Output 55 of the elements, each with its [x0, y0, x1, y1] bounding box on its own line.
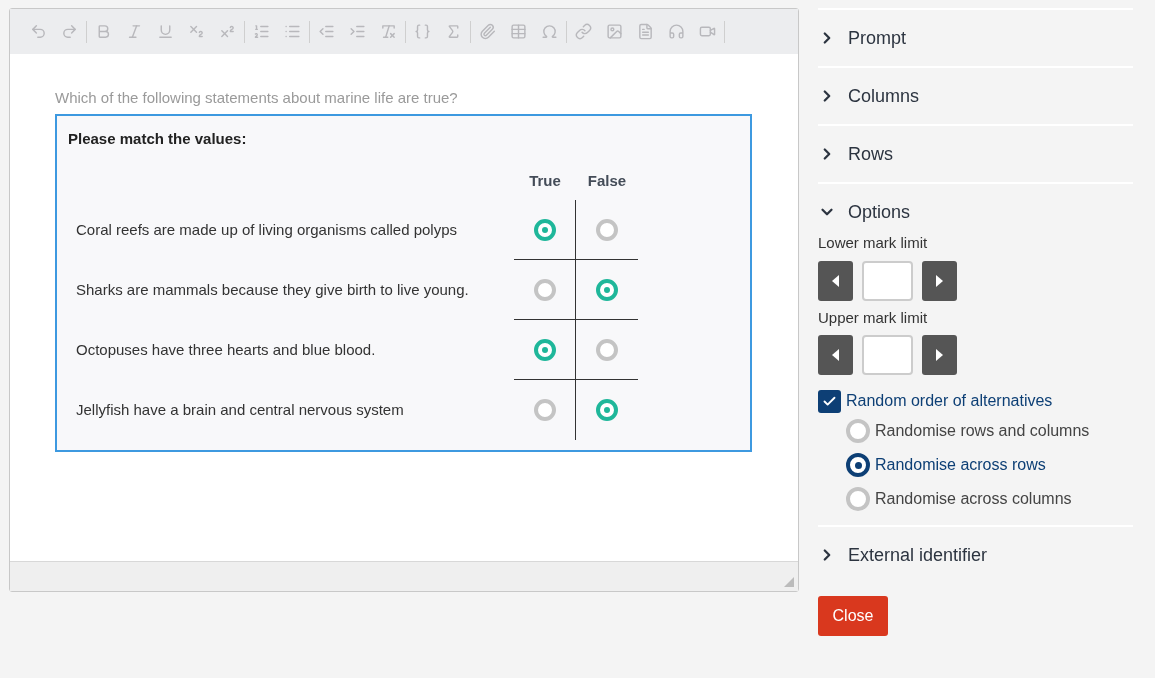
- resize-grip-icon[interactable]: [784, 577, 794, 587]
- omega-icon[interactable]: [541, 23, 558, 40]
- subscript-icon[interactable]: [188, 23, 205, 40]
- row-label: Sharks are mammals because they give birth to live young.: [75, 279, 470, 300]
- braces-icon[interactable]: [414, 23, 431, 40]
- checkbox-label: Random order of alternatives: [846, 391, 1053, 411]
- clear-format-icon[interactable]: [380, 23, 397, 40]
- selected-radio[interactable]: [596, 278, 618, 301]
- outdent-icon[interactable]: [318, 23, 335, 40]
- column-header: True: [528, 171, 562, 191]
- close-button[interactable]: Close: [818, 596, 888, 636]
- question-prompt: Which of the following statements about marine life are true?: [55, 88, 459, 108]
- numbered-list-icon[interactable]: [253, 23, 270, 40]
- table-icon[interactable]: [510, 23, 527, 40]
- column-header: False: [586, 171, 628, 191]
- section-header[interactable]: Columns: [818, 68, 1133, 124]
- headphones-icon[interactable]: [668, 23, 685, 40]
- indent-icon[interactable]: [349, 23, 366, 40]
- right-triangle-icon: [936, 349, 943, 361]
- number-field[interactable]: [862, 260, 913, 301]
- row-label: Jellyfish have a brain and central nervous system: [75, 399, 405, 420]
- right-triangle-icon: [936, 274, 943, 287]
- section-header[interactable]: External identifier: [818, 527, 1133, 583]
- bullet-list-icon[interactable]: [284, 23, 301, 40]
- left-triangle-icon: [832, 274, 839, 287]
- selected-radio[interactable]: [533, 218, 556, 241]
- checkbox[interactable]: [818, 389, 841, 413]
- row-label: Coral reefs are made up of living organisms called polyps: [75, 219, 459, 240]
- left-triangle-icon: [832, 349, 839, 361]
- radio[interactable]: [846, 453, 870, 477]
- selected-radio[interactable]: [596, 399, 618, 421]
- section-header[interactable]: Rows: [818, 126, 1133, 182]
- italic-icon[interactable]: [126, 23, 143, 40]
- selected-radio[interactable]: [533, 338, 556, 361]
- paperclip-icon[interactable]: [479, 23, 496, 40]
- underline-icon[interactable]: [157, 23, 174, 40]
- increment-button[interactable]: [922, 260, 957, 301]
- radio-label: Randomise across columns: [875, 489, 1072, 509]
- section-header[interactable]: Prompt: [818, 10, 1133, 66]
- number-field[interactable]: [862, 335, 913, 375]
- image-icon[interactable]: [606, 23, 623, 40]
- radio-label: Randomise across rows: [875, 455, 1046, 475]
- field-label: Upper mark limit: [818, 307, 929, 328]
- matrix-title: Please match the values:: [68, 128, 248, 149]
- undo-icon[interactable]: [30, 23, 47, 40]
- document-icon[interactable]: [637, 23, 654, 40]
- field-label: Lower mark limit: [818, 233, 929, 253]
- superscript-icon[interactable]: [219, 23, 236, 40]
- link-icon[interactable]: [575, 23, 592, 40]
- increment-button[interactable]: [922, 335, 957, 375]
- radio-label: Randomise rows and columns: [875, 421, 1090, 441]
- decrement-button[interactable]: [818, 335, 853, 375]
- redo-icon[interactable]: [61, 23, 78, 40]
- decrement-button[interactable]: [818, 260, 853, 301]
- row-label: Octopuses have three hearts and blue blood.: [75, 339, 377, 360]
